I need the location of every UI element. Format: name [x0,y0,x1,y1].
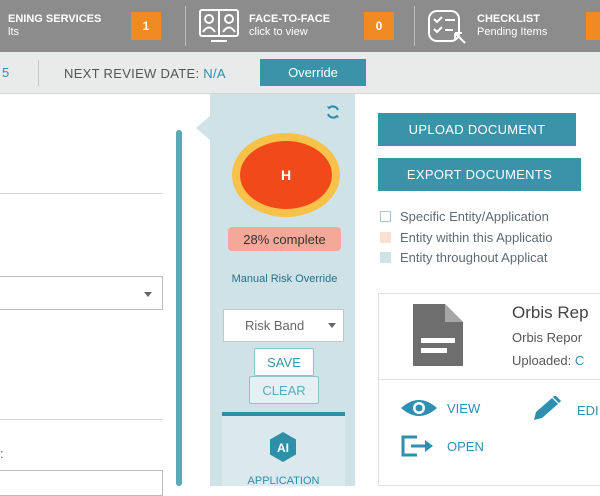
document-icon [413,304,463,366]
upload-document-button[interactable]: UPLOAD DOCUMENT [378,113,576,146]
open-label: OPEN [447,438,484,454]
override-button[interactable]: Override [260,59,366,86]
face-to-face-item[interactable]: FACE-TO-FACE click to view [197,0,330,52]
ai-application-label: APPLICATION [247,475,320,487]
checklist-count-badge[interactable] [586,12,600,40]
divider [414,6,415,46]
left-form-panel: : [0,94,180,496]
face-to-face-sub: click to view [249,26,308,38]
legend-item: Entity within this Applicatio [380,230,552,245]
edit-label: EDI [577,402,599,418]
uploaded-value: C [574,353,585,368]
document-subtitle: Orbis Repor [512,330,583,345]
top-status-bar: ENING SERVICES lts 1 FACE-TO-FACE click … [0,0,600,52]
next-review-label: NEXT REVIEW DATE: N/A [64,66,226,81]
document-meta: Orbis Rep Orbis Repor Uploaded: C [505,298,600,378]
legend-swatch [380,232,391,243]
uploaded-label: Uploaded: [512,353,572,368]
legend-swatch [380,211,391,222]
document-title: Orbis Rep [512,303,589,322]
divider [0,419,163,420]
edit-action[interactable]: EDI [530,392,600,426]
save-button[interactable]: SAVE [254,348,314,376]
view-label: VIEW [447,400,481,416]
checklist-sub: Pending Items [477,26,548,38]
export-documents-button[interactable]: EXPORT DOCUMENTS [378,158,581,191]
form-select[interactable] [0,276,163,310]
legend-swatch [380,252,391,263]
completion-badge: 28% complete [228,227,341,251]
next-review-text: NEXT REVIEW DATE: [64,66,200,81]
checklist-title: CHECKLIST [477,13,540,25]
divider [378,379,600,380]
legend-container: Specific Entity/Application Entity withi… [378,205,600,275]
form-input[interactable] [0,470,163,496]
left-fragment: 5 [2,65,10,80]
refresh-icon[interactable] [325,104,341,124]
ai-badge-text: AI [277,441,289,455]
field-label-fragment: : [0,446,4,461]
screening-count-badge[interactable]: 1 [131,12,161,40]
clear-button[interactable]: CLEAR [249,376,319,404]
pencil-icon [534,396,562,420]
legend-item: Entity throughout Applicat [380,250,547,265]
view-button[interactable]: VIEW [400,398,480,418]
chevron-down-icon [144,292,152,297]
chevron-down-icon [328,323,336,328]
document-uploaded: Uploaded: C [512,353,584,368]
divider [0,193,163,194]
legend-label: Specific Entity/Application [400,209,549,224]
risk-band-select[interactable]: Risk Band [223,309,344,342]
risk-rating-letter: H [240,141,332,209]
open-button[interactable]: OPEN [401,435,484,457]
panel-notch [196,116,210,140]
screening-services-title: ENING SERVICES [8,13,102,25]
legend-label: Entity throughout Applicat [400,250,548,265]
open-external-icon [401,435,433,457]
screening-services-item[interactable]: ENING SERVICES lts [8,0,101,52]
risk-band-placeholder: Risk Band [245,318,305,333]
face-to-face-count-badge[interactable]: 0 [364,12,394,40]
eye-icon [401,400,437,416]
screening-services-sub: lts [8,26,19,38]
manual-risk-override-label: Manual Risk Override [231,273,338,285]
face-to-face-title: FACE-TO-FACE [249,13,331,25]
face-to-face-icon [199,9,239,42]
legend-label: Entity within this Applicatio [400,230,553,245]
divider [185,6,186,46]
divider [38,60,39,86]
legend-item: Specific Entity/Application [380,209,549,224]
next-review-value: N/A [203,66,226,81]
checklist-icon [428,10,466,44]
edit-button[interactable]: EDI [532,396,599,424]
scrollbar[interactable] [176,130,182,486]
checklist-item[interactable]: CHECKLIST Pending Items [425,0,547,52]
ai-icon: AI [270,432,296,462]
